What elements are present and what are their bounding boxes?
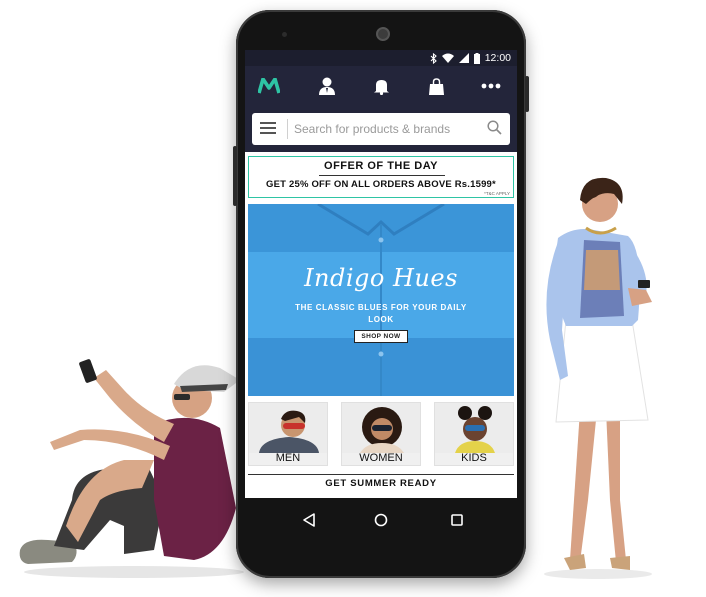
power-button — [525, 76, 529, 112]
status-bar: 12:00 — [245, 50, 517, 66]
search-icon[interactable] — [487, 120, 502, 135]
shop-now-button[interactable]: SHOP NOW — [354, 330, 408, 343]
women-model-image — [342, 403, 420, 453]
offer-title: OFFER OF THE DAY — [324, 160, 438, 172]
offer-subtitle: GET 25% OFF ON ALL ORDERS ABOVE Rs.1599* — [266, 179, 496, 190]
category-label-kids: KIDS — [461, 452, 487, 464]
recent-apps-button[interactable] — [445, 508, 469, 532]
shopping-bag-icon — [428, 77, 444, 95]
profile-button[interactable] — [313, 72, 341, 100]
category-tile-men[interactable]: MEN — [248, 402, 328, 466]
category-label-men: MEN — [275, 452, 301, 464]
front-camera — [282, 32, 287, 37]
search-input[interactable] — [294, 119, 474, 139]
kids-model-image — [435, 403, 513, 453]
men-model-image — [249, 403, 327, 453]
bag-button[interactable] — [422, 72, 450, 100]
indigo-hues-banner[interactable]: Indigo Hues THE CLASSIC BLUES FOR YOUR D… — [248, 204, 514, 396]
back-triangle-icon — [303, 513, 315, 527]
smartphone-frame: 12:00 Search for products & brands OFFER… — [233, 10, 529, 578]
offer-terms: *T&C APPLY — [484, 191, 510, 196]
app-bar — [245, 66, 517, 106]
android-nav-bar — [245, 498, 517, 542]
promo-scene: 12:00 Search for products & brands OFFER… — [0, 0, 706, 597]
more-button[interactable] — [477, 72, 505, 100]
back-button[interactable] — [297, 508, 321, 532]
standing-woman-image — [544, 177, 652, 579]
search-bar — [252, 113, 510, 145]
myntra-logo-icon — [258, 78, 280, 94]
bluetooth-icon — [430, 52, 437, 64]
volume-button — [233, 146, 237, 206]
banner-subtitle: THE CLASSIC BLUES FOR YOUR DAILY LOOK — [295, 303, 467, 324]
seated-man-image — [19, 359, 244, 578]
shirt-collar-graphic — [317, 204, 445, 396]
hamburger-menu-icon[interactable] — [260, 122, 276, 136]
home-circle-icon — [374, 513, 388, 527]
wifi-icon — [441, 53, 454, 63]
category-tiles: MEN WOMEN KIDS — [248, 402, 514, 466]
earpiece-speaker — [376, 27, 390, 41]
section-heading: GET SUMMER READY — [248, 474, 514, 493]
bell-icon — [373, 79, 389, 95]
phone-screen: 12:00 Search for products & brands OFFER… — [245, 50, 517, 498]
more-icon — [481, 83, 501, 89]
category-tile-kids[interactable]: KIDS — [434, 402, 514, 466]
notifications-button[interactable] — [367, 72, 395, 100]
search-divider — [287, 119, 288, 139]
recent-apps-square-icon — [451, 514, 463, 526]
category-tile-women[interactable]: WOMEN — [341, 402, 421, 466]
category-label-women: WOMEN — [359, 452, 403, 464]
profile-icon — [319, 77, 335, 95]
logo-button[interactable] — [255, 72, 283, 100]
search-row — [245, 106, 517, 152]
banner-title: Indigo Hues — [304, 264, 458, 292]
battery-icon — [473, 52, 480, 64]
status-time: 12:00 — [484, 52, 511, 64]
offer-divider — [319, 175, 445, 176]
offer-of-the-day-card[interactable]: OFFER OF THE DAY GET 25% OFF ON ALL ORDE… — [248, 156, 514, 198]
signal-icon — [458, 53, 469, 63]
home-button[interactable] — [369, 508, 393, 532]
